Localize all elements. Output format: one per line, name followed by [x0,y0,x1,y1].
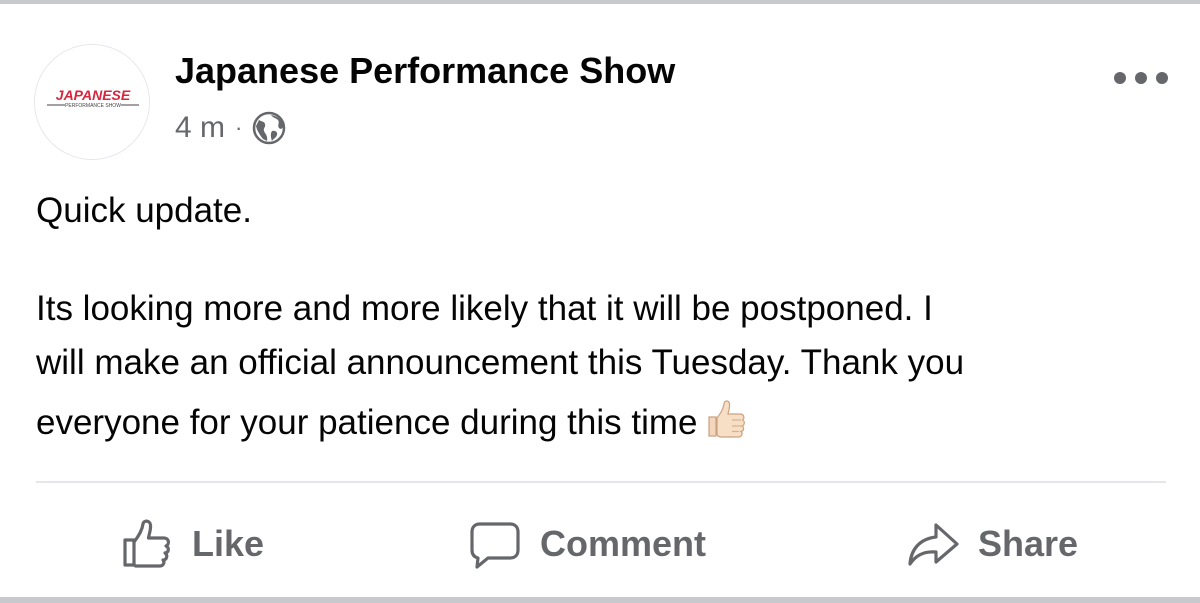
post-text-line-with-emoji: everyone for your patience during this t… [36,396,1166,450]
thumbs-up-icon [120,517,174,571]
post-text-line: everyone for your patience during this t… [36,403,698,442]
post-text-line: Its looking more and more likely that it… [36,289,933,328]
page-avatar[interactable]: JAPANESE PERFORMANCE SHOW [34,44,150,160]
like-button[interactable]: Like [120,494,264,594]
more-dot [1156,72,1168,84]
meta-separator: · [235,115,243,140]
share-button[interactable]: Share [906,494,1078,594]
share-label: Share [978,523,1079,564]
japanese-performance-show-logo: JAPANESE PERFORMANCE SHOW [35,45,149,159]
comment-button[interactable]: Comment [468,494,706,594]
speech-bubble-icon [468,517,522,571]
logo-subtext: PERFORMANCE SHOW [65,103,121,109]
post-text-line: will make an official announcement this … [36,343,965,382]
thumbs-up-emoji-icon [703,396,749,442]
post-meta: 4 m · [175,108,286,148]
post-timestamp[interactable]: 4 m [175,111,225,145]
share-arrow-icon [906,517,960,571]
post-body: Quick update. Its looking more and more … [36,184,1166,450]
more-dot [1114,72,1126,84]
actions-divider [36,481,1166,483]
more-dot [1135,72,1147,84]
feed-separator [0,597,1200,603]
comment-label: Comment [540,523,707,564]
logo-text: JAPANESE [56,87,131,103]
post-action-bar: Like Comment Share [0,494,1200,594]
like-label: Like [192,523,265,564]
page-name[interactable]: Japanese Performance Show [175,50,675,92]
post-text-line: Quick update. [36,191,252,230]
post-card: JAPANESE PERFORMANCE SHOW Japanese Perfo… [0,4,1200,597]
more-options-button[interactable] [1114,66,1168,90]
globe-icon [252,111,286,145]
